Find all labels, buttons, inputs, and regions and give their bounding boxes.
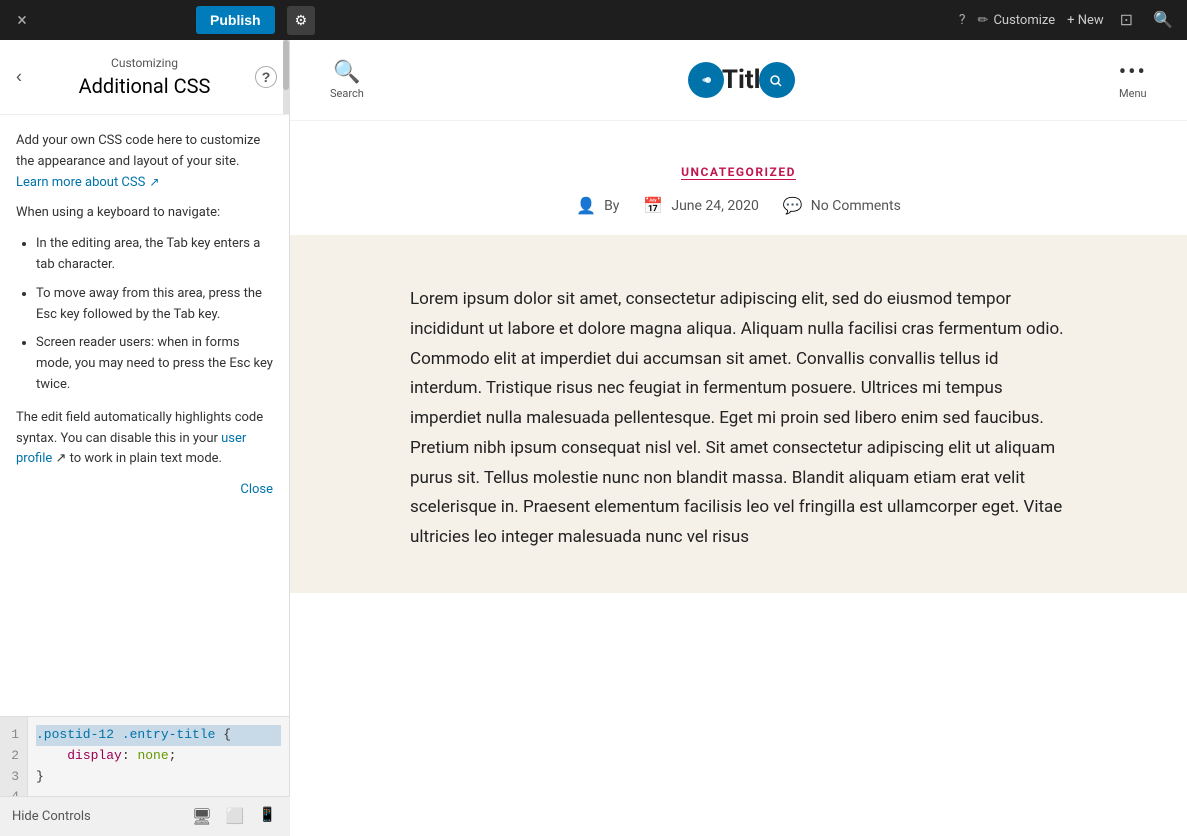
search-label: Search xyxy=(330,87,364,100)
post-comments: 💬 No Comments xyxy=(783,196,901,215)
close-link[interactable]: Close xyxy=(16,480,273,501)
menu-label: Menu xyxy=(1119,87,1147,100)
post-category[interactable]: UNCATEGORIZED xyxy=(681,165,796,180)
site-logo: Title xyxy=(688,62,795,98)
description: Add your own CSS code here to customize … xyxy=(16,131,273,193)
keyboard-tips: In the editing area, the Tab key enters … xyxy=(16,234,273,396)
post-date: 📅 June 24, 2020 xyxy=(643,196,758,215)
panel-help-button[interactable]: ? xyxy=(255,66,277,88)
close-button[interactable]: × xyxy=(10,8,34,32)
logo-icon-1 xyxy=(688,62,724,98)
post-content: Lorem ipsum dolor sit amet, consectetur … xyxy=(410,285,1067,553)
search-button[interactable]: 🔍 Search xyxy=(330,60,364,100)
panel-title: Additional CSS xyxy=(16,72,273,106)
left-panel: ‹ Customizing Additional CSS ? Add your … xyxy=(0,40,290,836)
breadcrumb: Customizing xyxy=(16,54,273,72)
code-line-2: display: none; xyxy=(36,746,281,767)
main-layout: ‹ Customizing Additional CSS ? Add your … xyxy=(0,40,1187,836)
search-icon[interactable]: 🔍 xyxy=(1149,6,1177,34)
panel-header: ‹ Customizing Additional CSS ? xyxy=(0,40,289,115)
scrollbar-thumb[interactable] xyxy=(283,40,289,90)
code-line-3: } xyxy=(36,767,281,788)
post-body: Lorem ipsum dolor sit amet, consectetur … xyxy=(290,235,1187,593)
logo-icon-2 xyxy=(759,62,795,98)
gear-button[interactable]: ⚙ xyxy=(287,6,316,35)
author-icon: 👤 xyxy=(576,196,596,215)
publish-button[interactable]: Publish xyxy=(196,6,275,34)
tip-3: Screen reader users: when in forms mode,… xyxy=(36,333,273,395)
post-meta: 👤 By 📅 June 24, 2020 💬 No Comments xyxy=(350,196,1127,215)
calendar-icon: 📅 xyxy=(643,196,663,215)
tip-2: To move away from this area, press the E… xyxy=(36,284,273,326)
code-line-1: .postid-12 .entry-title { xyxy=(36,725,281,746)
panel-content: Add your own CSS code here to customize … xyxy=(0,115,289,716)
search-icon: 🔍 xyxy=(333,60,360,85)
bottom-bar-icons: 🖥 ⬜ 📱 xyxy=(190,805,278,828)
comments-text: No Comments xyxy=(811,198,901,214)
learn-css-link[interactable]: Learn more about CSS ↗ xyxy=(16,173,159,194)
auto-highlight-text: The edit field automatically highlights … xyxy=(16,408,273,470)
window-icon[interactable]: ⊡ xyxy=(1116,6,1137,34)
scrollbar-track xyxy=(283,40,289,114)
help-icon[interactable]: ? xyxy=(959,12,966,28)
post-header: UNCATEGORIZED 👤 By 📅 June 24, 2020 💬 No … xyxy=(290,121,1187,235)
hide-controls-label[interactable]: Hide Controls xyxy=(12,809,91,824)
mobile-view-icon[interactable]: 📱 xyxy=(257,805,278,828)
author-by: By xyxy=(604,198,619,214)
external-link-icon2: ↗ xyxy=(52,451,66,466)
post-author: 👤 By xyxy=(576,196,619,215)
external-link-icon: ↗ xyxy=(149,173,159,192)
tablet-view-icon[interactable]: ⬜ xyxy=(224,805,247,828)
back-button[interactable]: ‹ xyxy=(12,63,26,92)
post-date-text: June 24, 2020 xyxy=(671,198,759,214)
desktop-view-icon[interactable]: 🖥 xyxy=(190,805,214,828)
menu-dots-icon: ••• xyxy=(1119,60,1147,85)
menu-button[interactable]: ••• Menu xyxy=(1119,60,1147,100)
keyboard-heading: When using a keyboard to navigate: xyxy=(16,203,273,224)
bottom-bar: Hide Controls 🖥 ⬜ 📱 xyxy=(0,796,290,836)
site-header: 🔍 Search Title xyxy=(290,40,1187,121)
tip-1: In the editing area, the Tab key enters … xyxy=(36,234,273,276)
comment-icon: 💬 xyxy=(783,196,803,215)
customize-label: ✏ Customize xyxy=(978,13,1056,28)
admin-bar: × Publish ⚙ ? ✏ Customize + New ⊡ 🔍 xyxy=(0,0,1187,40)
new-button[interactable]: + New xyxy=(1067,13,1104,28)
preview-area: 🔍 Search Title xyxy=(290,40,1187,836)
